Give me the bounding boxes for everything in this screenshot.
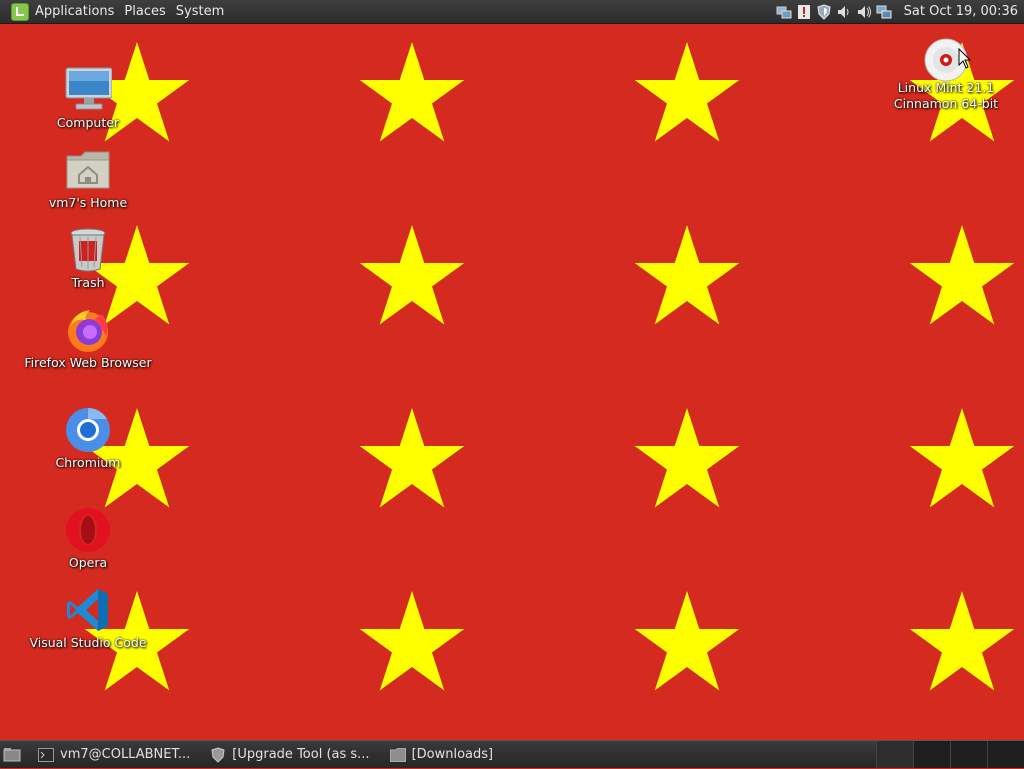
network-icon[interactable] xyxy=(776,4,792,20)
workspace-3[interactable] xyxy=(950,740,987,768)
wallpaper-star-0-1 xyxy=(359,42,465,142)
workspace-4[interactable] xyxy=(987,740,1024,768)
wallpaper-star-3-1 xyxy=(359,591,465,691)
system-tray: Sat Oct 19, 00:36 xyxy=(774,0,1024,24)
wallpaper-star-2-2 xyxy=(634,408,740,508)
wallpaper-star-1-2 xyxy=(634,225,740,325)
firefox-icon xyxy=(64,306,112,354)
network-wired-icon[interactable] xyxy=(876,4,892,20)
shield-icon[interactable] xyxy=(816,3,832,20)
taskbar-item-upgrade-tool-label: [Upgrade Tool (as s... xyxy=(232,747,370,762)
taskbar-item-terminal-label: vm7@COLLABNET... xyxy=(60,747,191,762)
chromium-icon xyxy=(64,406,112,454)
top-panel: Applications Places System Sat Oct 19, 0… xyxy=(0,0,1024,24)
desktop-icon-computer-label: Computer xyxy=(56,115,120,130)
applications-menu[interactable]: Applications xyxy=(0,0,119,24)
show-desktop-icon xyxy=(3,747,21,761)
mint-logo-icon xyxy=(11,2,29,21)
workspace-2[interactable] xyxy=(913,740,950,768)
update-manager-icon[interactable] xyxy=(796,4,812,20)
trash-icon xyxy=(64,226,112,274)
bottom-panel: vm7@COLLABNET... [Upgrade Tool (as s... … xyxy=(0,740,1024,768)
taskbar-item-terminal[interactable]: vm7@COLLABNET... xyxy=(32,742,196,768)
desktop-icon-install-disc-label-line2: Cinnamon 64-bit xyxy=(893,96,999,111)
desktop-icon-computer[interactable]: Computer xyxy=(8,66,168,131)
wallpaper-star-1-1 xyxy=(359,225,465,325)
desktop-icon-vscode-label: Visual Studio Code xyxy=(29,635,147,650)
desktop-icon-chromium-label: Chromium xyxy=(55,455,121,470)
wallpaper-star-1-3 xyxy=(909,225,1015,325)
places-menu[interactable]: Places xyxy=(119,0,170,24)
computer-icon xyxy=(64,66,112,114)
desktop-icon-vscode[interactable]: Visual Studio Code xyxy=(8,586,168,651)
wallpaper-star-3-2 xyxy=(634,591,740,691)
places-menu-label: Places xyxy=(124,4,166,19)
taskbar-item-downloads-label: [Downloads] xyxy=(411,747,494,762)
desktop-icon-install-disc[interactable]: Linux Mint 21.1 Cinnamon 64-bit xyxy=(866,36,1024,112)
terminal-icon xyxy=(38,747,54,763)
taskbar-item-downloads[interactable]: [Downloads] xyxy=(384,742,500,768)
workspace-switcher xyxy=(876,740,1024,769)
desktop-icon-trash[interactable]: Trash xyxy=(8,226,168,291)
taskbar-item-upgrade-tool[interactable]: [Upgrade Tool (as s... xyxy=(204,742,375,768)
applications-menu-label: Applications xyxy=(35,4,115,19)
mouse-cursor-icon xyxy=(958,47,972,74)
desktop-icon-firefox-label: Firefox Web Browser xyxy=(24,355,152,370)
home-folder-icon xyxy=(64,146,112,194)
desktop-icon-home[interactable]: vm7's Home xyxy=(8,146,168,211)
desktop-icon-opera-label: Opera xyxy=(68,555,108,570)
speaker-icon[interactable] xyxy=(856,4,872,20)
system-menu[interactable]: System xyxy=(171,0,229,24)
wallpaper-star-2-3 xyxy=(909,408,1015,508)
desktop-icon-chromium[interactable]: Chromium xyxy=(8,406,168,471)
shield-icon xyxy=(210,746,226,763)
desktop-icon-home-label: vm7's Home xyxy=(48,195,128,210)
wallpaper-star-0-2 xyxy=(634,42,740,142)
folder-icon xyxy=(389,747,406,763)
workspace-1[interactable] xyxy=(876,740,913,768)
desktop-icon-firefox[interactable]: Firefox Web Browser xyxy=(8,306,168,371)
desktop-icon-trash-label: Trash xyxy=(71,275,105,290)
desktop-icon-opera[interactable]: Opera xyxy=(8,506,168,571)
opera-icon xyxy=(64,506,112,554)
vscode-icon xyxy=(64,586,112,634)
show-desktop-button[interactable] xyxy=(0,741,24,769)
wallpaper-star-2-1 xyxy=(359,408,465,508)
wallpaper-star-3-3 xyxy=(909,591,1015,691)
clock[interactable]: Sat Oct 19, 00:36 xyxy=(894,4,1024,19)
volume-icon[interactable] xyxy=(836,4,852,20)
desktop-icon-install-disc-label-line1: Linux Mint 21.1 xyxy=(897,80,995,95)
system-menu-label: System xyxy=(175,4,225,19)
